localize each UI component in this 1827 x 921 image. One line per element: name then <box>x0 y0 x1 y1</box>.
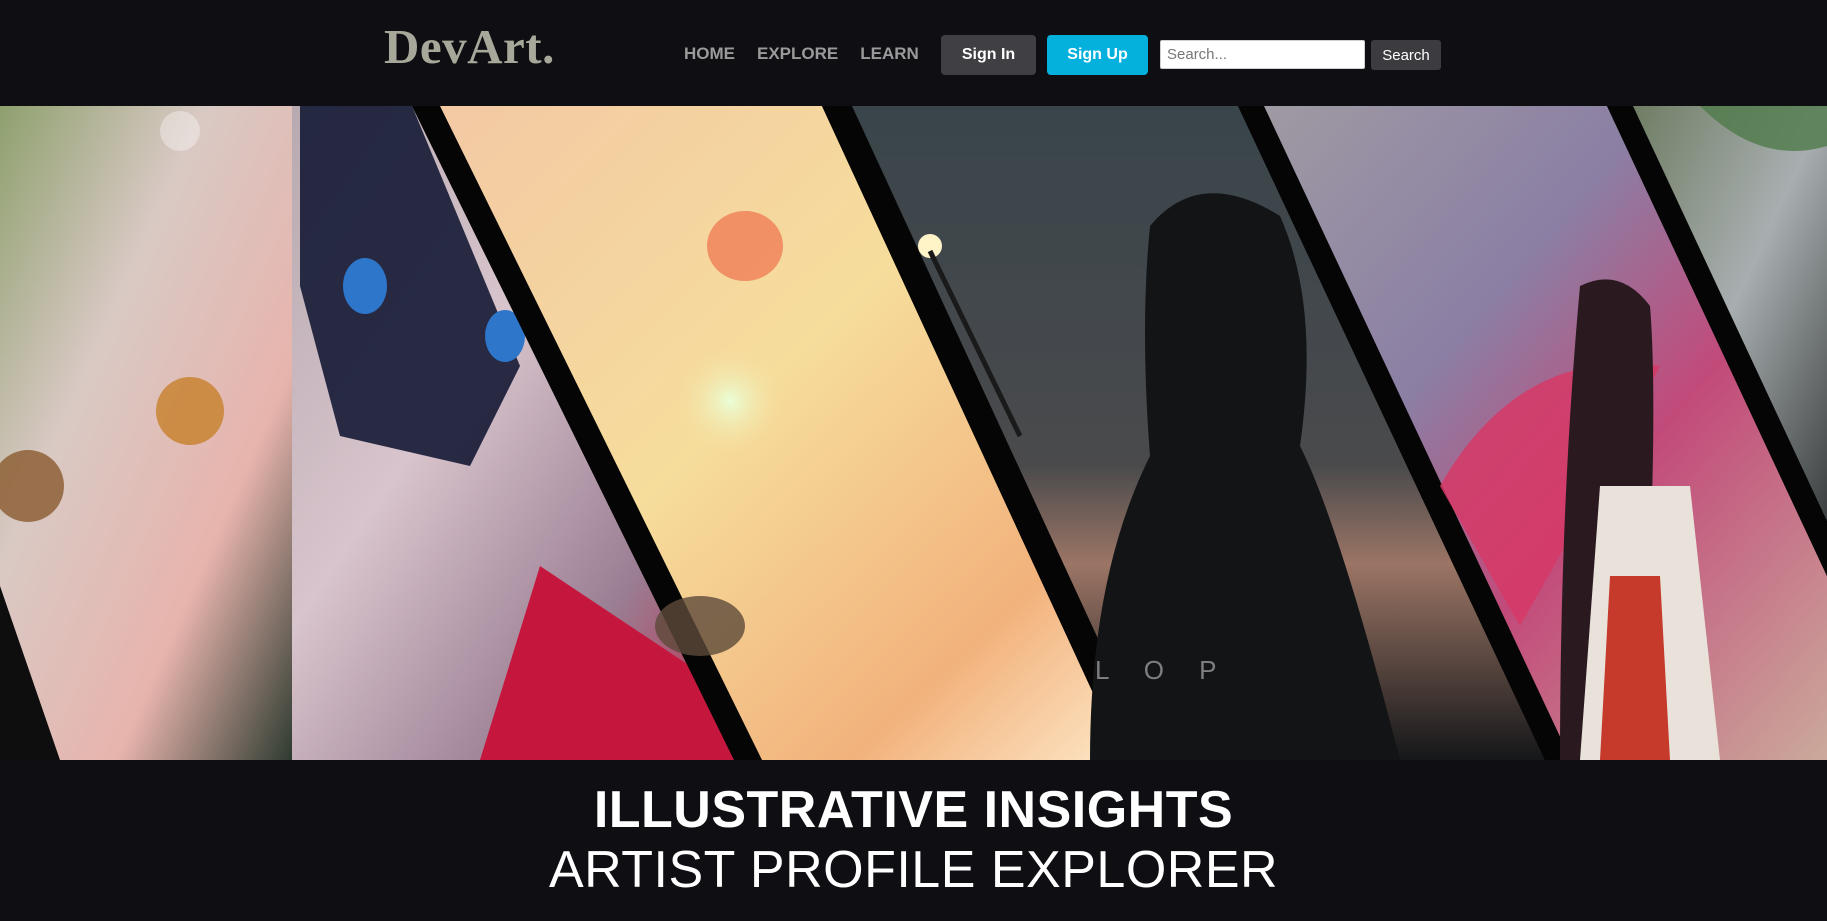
page-subtitle: ARTIST PROFILE EXPLORER <box>548 841 1279 899</box>
main-nav: HOME EXPLORE LEARN <box>684 44 919 64</box>
site-logo[interactable]: DevArt. <box>384 18 555 75</box>
nav-link-learn[interactable]: LEARN <box>860 44 919 64</box>
hero-banner: L O P <box>0 106 1827 760</box>
top-navbar: DevArt. HOME EXPLORE LEARN Sign In Sign … <box>0 0 1827 106</box>
sign-up-button[interactable]: Sign Up <box>1047 35 1148 75</box>
nav-link-home[interactable]: HOME <box>684 44 735 64</box>
hero-headline: ILLUSTRATIVE INSIGHTS ARTIST PROFILE EXP… <box>0 780 1827 900</box>
hero-artwork-collage: L O P <box>0 106 1827 760</box>
hero-watermark: L O P <box>1095 655 1231 685</box>
sign-in-button[interactable]: Sign In <box>941 35 1036 75</box>
page-title: ILLUSTRATIVE INSIGHTS <box>593 781 1234 839</box>
search-input[interactable] <box>1160 40 1365 69</box>
nav-link-explore[interactable]: EXPLORE <box>757 44 838 64</box>
search-button[interactable]: Search <box>1371 40 1441 70</box>
